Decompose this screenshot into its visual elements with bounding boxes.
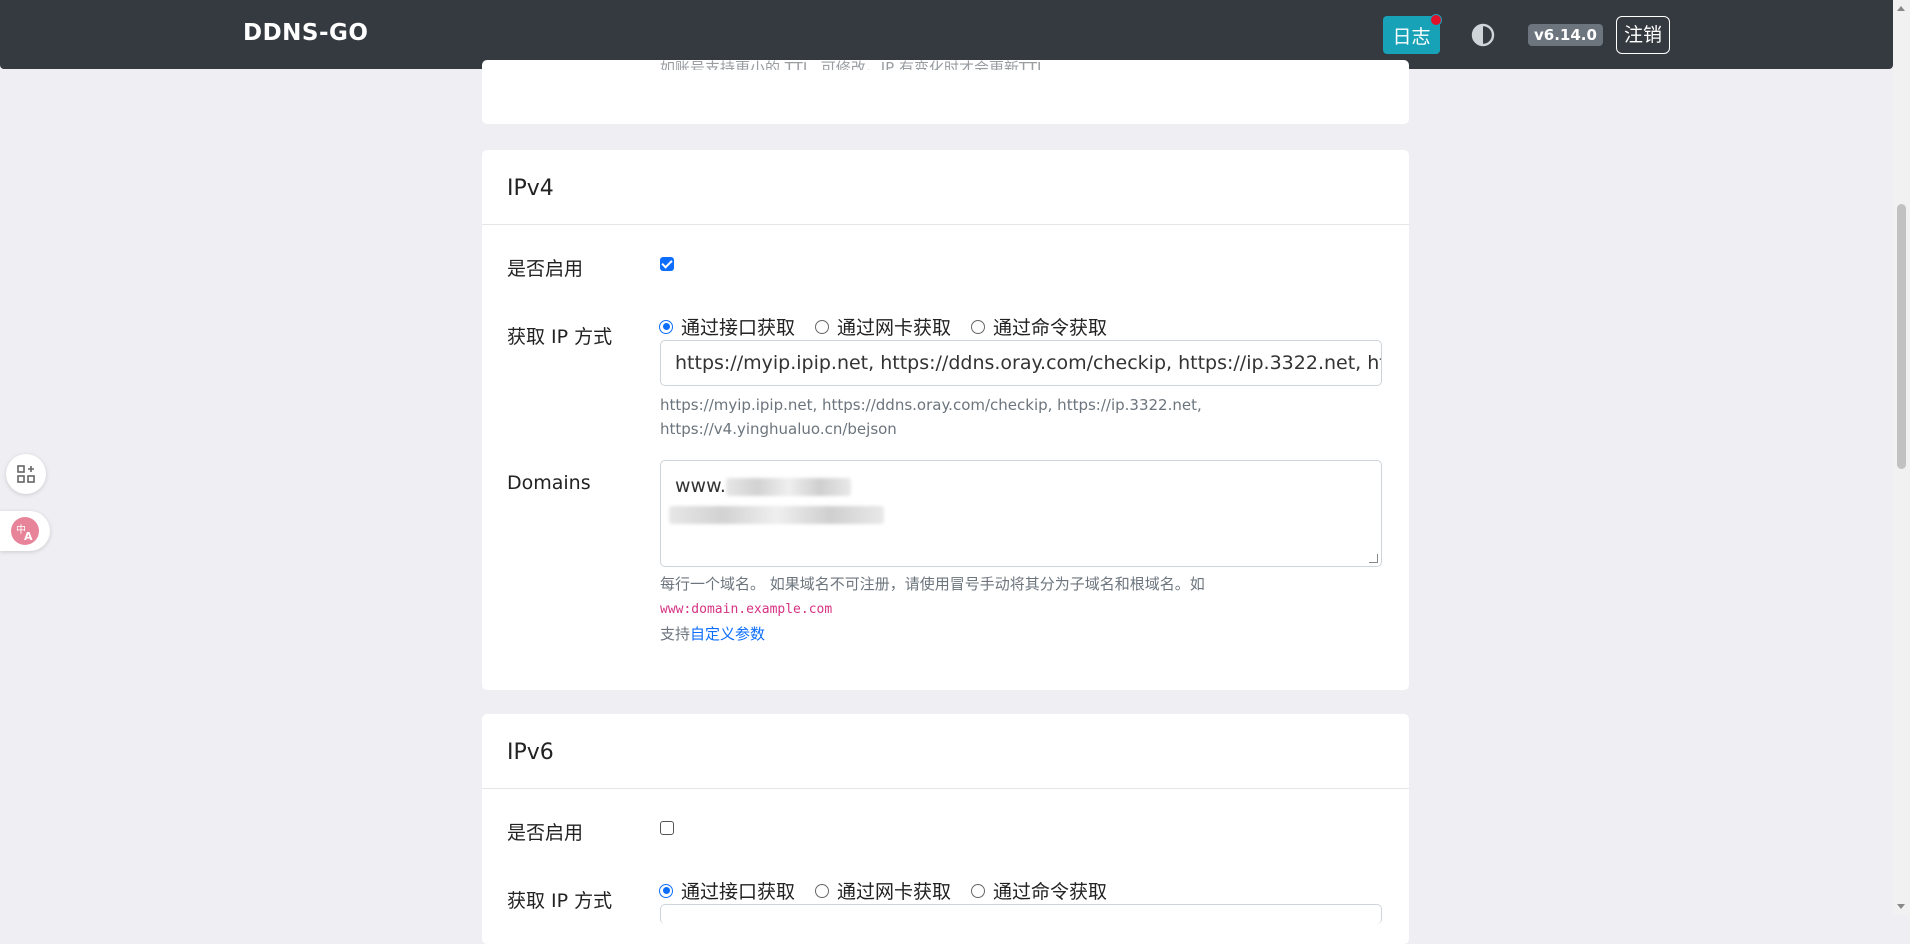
radio-label: 通过网卡获取	[837, 317, 952, 339]
ipv6-enable-checkbox[interactable]	[660, 821, 674, 835]
version-badge: v6.14.0	[1528, 24, 1603, 46]
blurred-domain	[725, 477, 851, 496]
top-navbar: DDNS-GO 日志 v6.14.0 注销	[0, 0, 1893, 69]
ipv4-url-help: https://myip.ipip.net, https://ddns.oray…	[660, 393, 1202, 441]
resize-handle-icon[interactable]	[1369, 554, 1378, 563]
ipv4-card: IPv4 是否启用 获取 IP 方式 通过接口获取 通过网卡获取 通过命令获取 …	[482, 150, 1409, 690]
svg-text:A: A	[24, 530, 33, 543]
ttl-card: 如账号支持更小的 TTL, 可修改。IP 有变化时才会更新TTL	[482, 60, 1409, 124]
radio-selected-icon	[659, 883, 673, 898]
ipv6-title: IPv6	[507, 740, 554, 765]
ipv4-card-header: IPv4	[482, 150, 1409, 225]
domain-line-2	[669, 499, 1367, 529]
ipv4-radio-netcard[interactable]: 通过网卡获取	[815, 313, 951, 340]
scroll-up-icon[interactable]	[1897, 6, 1905, 11]
ipv4-method-label: 获取 IP 方式	[507, 326, 613, 348]
ipv4-radio-command[interactable]: 通过命令获取	[971, 313, 1107, 340]
domain-prefix: www.	[675, 475, 726, 497]
radio-icon	[815, 319, 830, 334]
page-scrollbar[interactable]	[1893, 0, 1910, 915]
ipv4-domains-label: Domains	[507, 472, 591, 494]
url-help-line-1: https://myip.ipip.net, https://ddns.oray…	[660, 396, 1202, 414]
radio-icon	[971, 319, 986, 334]
support-line: 支持自定义参数	[660, 622, 1205, 646]
theme-toggle-icon[interactable]	[1471, 23, 1495, 47]
radio-label: 通过命令获取	[993, 317, 1108, 339]
ipv4-enable-checkbox[interactable]	[660, 257, 674, 271]
ipv6-url-input[interactable]	[660, 904, 1382, 924]
log-button[interactable]: 日志	[1383, 14, 1442, 54]
translate-icon: 中 A	[11, 517, 39, 545]
ipv6-enable-label: 是否启用	[507, 822, 584, 844]
logout-button[interactable]: 注销	[1616, 16, 1671, 54]
ipv6-method-radios: 通过接口获取 通过网卡获取 通过命令获取	[659, 877, 1127, 904]
url-help-line-2: https://v4.yinghualuo.cn/bejson	[660, 420, 897, 438]
ipv4-domains-help: 每行一个域名。 如果域名不可注册，请使用冒号手动将其分为子域名和根域名。如 ww…	[660, 572, 1205, 646]
radio-label: 通过命令获取	[993, 881, 1108, 903]
ipv4-url-input[interactable]: https://myip.ipip.net, https://ddns.oray…	[660, 340, 1382, 386]
blurred-domain	[669, 505, 884, 524]
ipv4-method-radios: 通过接口获取 通过网卡获取 通过命令获取	[659, 313, 1127, 340]
ipv6-radio-netcard[interactable]: 通过网卡获取	[815, 877, 951, 904]
brand-title[interactable]: DDNS-GO	[243, 20, 368, 46]
domains-example-line: www:domain.example.com	[660, 596, 1205, 622]
translate-button[interactable]: 中 A	[0, 511, 50, 551]
custom-params-link[interactable]: 自定义参数	[690, 625, 765, 643]
ttl-help-text: 如账号支持更小的 TTL, 可修改。IP 有变化时才会更新TTL	[660, 60, 1046, 70]
ipv6-radio-api[interactable]: 通过接口获取	[659, 877, 795, 904]
scroll-down-icon[interactable]	[1897, 904, 1905, 909]
radio-label: 通过接口获取	[681, 317, 796, 339]
ipv6-card-header: IPv6	[482, 714, 1409, 789]
log-button-label: 日志	[1392, 25, 1431, 48]
radio-selected-icon	[659, 319, 673, 334]
domains-example-code: www:domain.example.com	[660, 602, 833, 617]
notification-dot	[1430, 14, 1442, 26]
domain-line-1: www.	[675, 473, 1367, 499]
apps-add-icon	[17, 465, 35, 483]
ipv4-title: IPv4	[507, 176, 554, 201]
apps-add-button[interactable]	[6, 454, 46, 494]
ipv4-enable-label: 是否启用	[507, 258, 584, 280]
ipv6-card: IPv6 是否启用 获取 IP 方式 通过接口获取 通过网卡获取 通过命令获取	[482, 714, 1409, 944]
ipv6-radio-command[interactable]: 通过命令获取	[971, 877, 1107, 904]
ipv6-method-label: 获取 IP 方式	[507, 890, 613, 912]
radio-icon	[971, 883, 986, 898]
scrollbar-thumb[interactable]	[1897, 204, 1906, 469]
radio-label: 通过接口获取	[681, 881, 796, 903]
radio-icon	[815, 883, 830, 898]
domains-help-text: 每行一个域名。 如果域名不可注册，请使用冒号手动将其分为子域名和根域名。如	[660, 575, 1205, 593]
radio-label: 通过网卡获取	[837, 881, 952, 903]
ipv4-domains-textarea[interactable]: www.	[660, 460, 1382, 567]
support-prefix: 支持	[660, 625, 691, 643]
ipv4-radio-api[interactable]: 通过接口获取	[659, 313, 795, 340]
